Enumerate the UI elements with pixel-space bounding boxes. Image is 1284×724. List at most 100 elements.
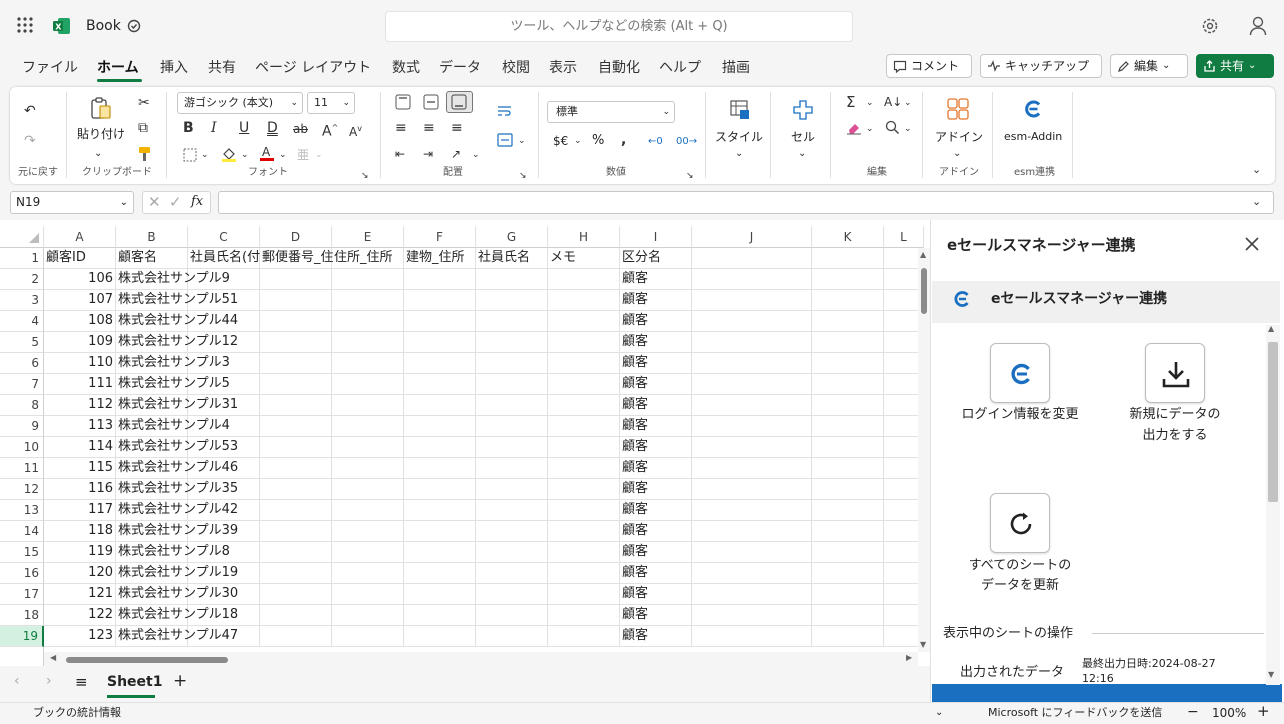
ribbon-collapse-icon[interactable]: ⌄ xyxy=(1252,162,1261,178)
row-header[interactable]: 19 xyxy=(0,626,44,647)
confirm-entry-icon[interactable]: ✓ xyxy=(169,193,182,211)
row-header[interactable]: 4 xyxy=(0,311,44,332)
customer-name-cell[interactable]: 株式会社サンプル3 xyxy=(116,353,230,374)
add-sheet-icon[interactable]: + xyxy=(173,671,187,691)
customer-id-cell[interactable]: 118 xyxy=(44,521,116,542)
empty-cell[interactable] xyxy=(548,332,620,353)
empty-cell[interactable] xyxy=(404,479,476,500)
customer-id-cell[interactable]: 117 xyxy=(44,500,116,521)
empty-cell[interactable] xyxy=(812,353,884,374)
category-cell[interactable]: 顧客 xyxy=(620,437,692,458)
sort-filter-icon[interactable]: A↓ xyxy=(884,94,902,110)
header-cell[interactable]: 区分名 xyxy=(620,248,692,269)
empty-cell[interactable] xyxy=(260,395,332,416)
clear-icon[interactable] xyxy=(846,121,862,135)
empty-cell[interactable] xyxy=(260,458,332,479)
empty-cell[interactable] xyxy=(812,290,884,311)
empty-cell[interactable] xyxy=(260,521,332,542)
empty-cell[interactable] xyxy=(404,290,476,311)
prev-sheet-icon[interactable]: ‹ xyxy=(14,673,20,689)
row-header[interactable]: 2 xyxy=(0,269,44,290)
empty-cell[interactable] xyxy=(548,605,620,626)
empty-cell[interactable] xyxy=(692,605,812,626)
empty-cell[interactable] xyxy=(404,605,476,626)
empty-cell[interactable] xyxy=(692,269,812,290)
chevron-down-icon[interactable]: ⌄ xyxy=(94,146,102,162)
empty-cell[interactable] xyxy=(260,353,332,374)
catchup-button[interactable]: キャッチアップ xyxy=(980,54,1102,78)
fill-color-icon[interactable] xyxy=(221,146,237,162)
chevron-down-icon[interactable]: ⌄ xyxy=(518,133,526,149)
feedback-link[interactable]: Microsoft にフィードバックを送信 xyxy=(988,703,1162,723)
double-underline-icon[interactable]: D xyxy=(267,120,278,136)
percent-format-button[interactable]: % xyxy=(592,134,604,148)
increase-decimal-icon[interactable]: ←0 xyxy=(648,134,663,150)
customer-name-cell[interactable]: 株式会社サンプル53 xyxy=(116,437,238,458)
empty-cell[interactable] xyxy=(548,311,620,332)
chevron-down-icon[interactable]: ⌄ xyxy=(935,703,943,723)
header-cell[interactable]: 住所_住所 xyxy=(332,248,404,269)
header-cell[interactable]: 社員氏名(付 xyxy=(188,248,260,269)
empty-cell[interactable] xyxy=(812,374,884,395)
empty-cell[interactable] xyxy=(476,332,548,353)
document-title[interactable]: Book xyxy=(86,17,121,35)
chevron-down-icon[interactable]: ⌄ xyxy=(241,147,249,163)
empty-cell[interactable] xyxy=(332,353,404,374)
customer-name-cell[interactable]: 株式会社サンプル12 xyxy=(116,332,238,353)
customer-name-cell[interactable]: 株式会社サンプル47 xyxy=(116,626,238,647)
workbook-statistics[interactable]: ブックの統計情報 xyxy=(33,703,121,723)
cells-button[interactable]: セル xyxy=(791,130,815,144)
number-format-select[interactable]: 標準 ⌄ xyxy=(547,101,675,123)
align-left-icon[interactable]: ≡ xyxy=(395,120,407,136)
empty-cell[interactable] xyxy=(260,332,332,353)
empty-cell[interactable] xyxy=(332,269,404,290)
tab-draw[interactable]: 描画 xyxy=(722,57,750,79)
customer-name-cell[interactable]: 株式会社サンプル18 xyxy=(116,605,238,626)
gear-icon[interactable] xyxy=(1201,17,1219,35)
dialog-launcher-icon[interactable]: ↘ xyxy=(361,168,369,184)
font-name-select[interactable]: 游ゴシック (本文) ⌄ xyxy=(177,92,303,114)
category-cell[interactable]: 顧客 xyxy=(620,584,692,605)
comment-button[interactable]: コメント xyxy=(886,54,972,78)
empty-cell[interactable] xyxy=(548,269,620,290)
formula-input[interactable] xyxy=(218,191,1274,214)
empty-cell[interactable] xyxy=(692,542,812,563)
scroll-up-icon[interactable]: ▲ xyxy=(1268,324,1274,333)
customer-name-cell[interactable]: 株式会社サンプル30 xyxy=(116,584,238,605)
customer-id-cell[interactable]: 108 xyxy=(44,311,116,332)
header-cell[interactable]: 社員氏名 xyxy=(476,248,548,269)
empty-cell[interactable] xyxy=(476,626,548,647)
customer-id-cell[interactable]: 107 xyxy=(44,290,116,311)
empty-cell[interactable] xyxy=(548,563,620,584)
name-box[interactable]: N19 ⌄ xyxy=(10,191,134,214)
row-header[interactable]: 13 xyxy=(0,500,44,521)
column-header[interactable]: L xyxy=(884,226,924,248)
column-header[interactable]: J xyxy=(692,226,812,248)
zoom-out-icon[interactable]: − xyxy=(1187,702,1199,722)
empty-cell[interactable] xyxy=(692,248,812,269)
empty-cell[interactable] xyxy=(476,605,548,626)
empty-cell[interactable] xyxy=(404,458,476,479)
empty-cell[interactable] xyxy=(812,563,884,584)
empty-cell[interactable] xyxy=(404,395,476,416)
decrease-decimal-icon[interactable]: 00→ xyxy=(676,134,697,150)
row-header[interactable] xyxy=(0,647,44,666)
empty-cell[interactable] xyxy=(476,437,548,458)
category-cell[interactable]: 顧客 xyxy=(620,311,692,332)
row-header[interactable]: 16 xyxy=(0,563,44,584)
empty-cell[interactable] xyxy=(404,584,476,605)
empty-cell[interactable] xyxy=(548,479,620,500)
italic-icon[interactable]: I xyxy=(211,120,217,136)
empty-cell[interactable] xyxy=(692,437,812,458)
chevron-down-icon[interactable]: ⌄ xyxy=(798,146,806,162)
merge-center-icon[interactable] xyxy=(497,133,513,147)
scroll-down-icon[interactable]: ▼ xyxy=(1268,670,1274,679)
empty-cell[interactable] xyxy=(332,563,404,584)
empty-cell[interactable] xyxy=(332,395,404,416)
category-cell[interactable]: 顧客 xyxy=(620,290,692,311)
category-cell[interactable]: 顧客 xyxy=(620,605,692,626)
empty-cell[interactable] xyxy=(404,500,476,521)
empty-cell[interactable] xyxy=(476,584,548,605)
empty-cell[interactable] xyxy=(812,605,884,626)
row-header[interactable]: 15 xyxy=(0,542,44,563)
